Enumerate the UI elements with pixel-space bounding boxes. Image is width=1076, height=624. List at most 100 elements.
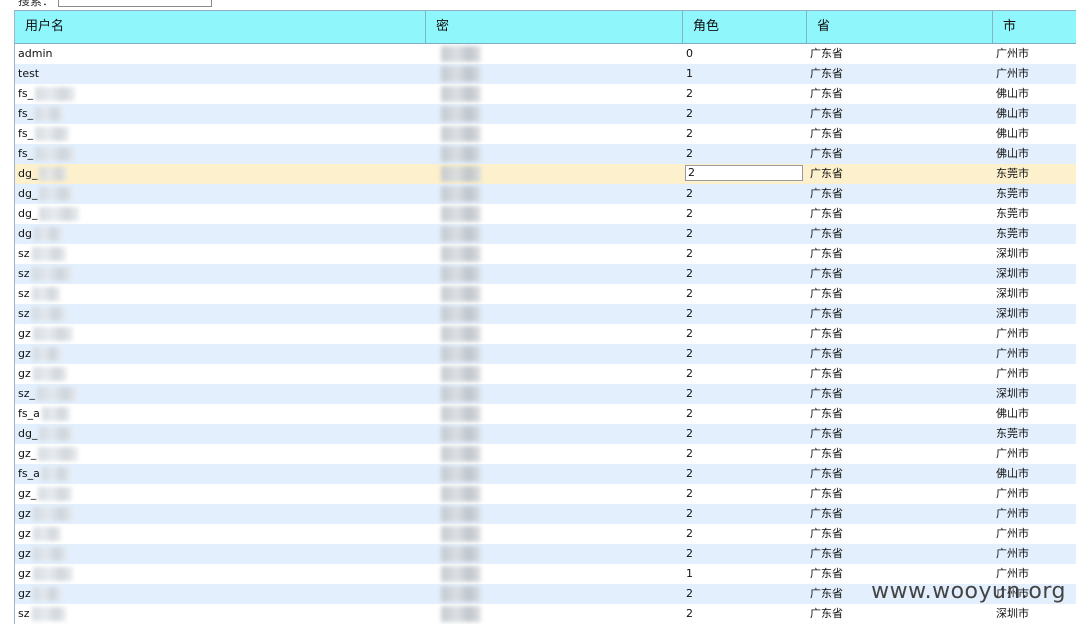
role-cell[interactable]: 1 bbox=[683, 64, 807, 84]
province-cell[interactable]: 广东省 bbox=[807, 364, 993, 384]
column-header-password[interactable]: 密 bbox=[426, 11, 683, 43]
table-row[interactable]: sz 2 广东省 深圳市 bbox=[15, 244, 1076, 264]
province-cell[interactable]: 广东省 bbox=[807, 384, 993, 404]
table-row[interactable]: gz_ 2 广东省 广州市 bbox=[15, 444, 1076, 464]
username-cell[interactable]: gz bbox=[15, 344, 426, 364]
city-cell[interactable]: 东莞市 bbox=[993, 424, 1076, 444]
role-cell[interactable]: 2 bbox=[683, 264, 807, 284]
password-cell[interactable] bbox=[426, 444, 683, 464]
province-cell[interactable]: 广东省 bbox=[807, 424, 993, 444]
province-cell[interactable]: 广东省 bbox=[807, 64, 993, 84]
city-cell[interactable]: 佛山市 bbox=[993, 144, 1076, 164]
username-cell[interactable]: fs_ bbox=[15, 104, 426, 124]
role-cell[interactable]: 2 bbox=[683, 484, 807, 504]
password-cell[interactable] bbox=[426, 304, 683, 324]
table-row[interactable]: gz 2 广东省 广州市 bbox=[15, 544, 1076, 564]
role-cell[interactable]: 2 bbox=[683, 304, 807, 324]
role-cell[interactable]: 2 bbox=[683, 244, 807, 264]
username-cell[interactable]: fs_ bbox=[15, 124, 426, 144]
city-cell[interactable]: 深圳市 bbox=[993, 604, 1076, 624]
province-cell[interactable]: 广东省 bbox=[807, 44, 993, 64]
city-cell[interactable]: 佛山市 bbox=[993, 104, 1076, 124]
table-row[interactable]: fs_a 2 广东省 佛山市 bbox=[15, 404, 1076, 424]
password-cell[interactable] bbox=[426, 544, 683, 564]
password-cell[interactable] bbox=[426, 164, 683, 184]
city-cell[interactable]: 深圳市 bbox=[993, 384, 1076, 404]
table-row[interactable]: dg_ 2 广东省 东莞市 bbox=[15, 184, 1076, 204]
province-cell[interactable]: 广东省 bbox=[807, 184, 993, 204]
column-header-role[interactable]: 角色 bbox=[683, 11, 807, 43]
role-cell[interactable]: 2 bbox=[683, 344, 807, 364]
username-cell[interactable]: gz bbox=[15, 524, 426, 544]
province-cell[interactable]: 广东省 bbox=[807, 264, 993, 284]
role-edit-input[interactable]: 2 bbox=[685, 165, 803, 181]
table-row[interactable]: sz_ 2 广东省 深圳市 bbox=[15, 384, 1076, 404]
province-cell[interactable]: 广东省 bbox=[807, 464, 993, 484]
username-cell[interactable]: test bbox=[15, 64, 426, 84]
province-cell[interactable]: 广东省 bbox=[807, 604, 993, 624]
role-cell[interactable]: 2 bbox=[683, 424, 807, 444]
table-row[interactable]: sz 2 广东省 深圳市 bbox=[15, 304, 1076, 324]
username-cell[interactable]: fs_a bbox=[15, 464, 426, 484]
username-cell[interactable]: gz_ bbox=[15, 444, 426, 464]
username-cell[interactable]: sz bbox=[15, 604, 426, 624]
password-cell[interactable] bbox=[426, 284, 683, 304]
city-cell[interactable]: 东莞市 bbox=[993, 204, 1076, 224]
city-cell[interactable]: 东莞市 bbox=[993, 164, 1076, 184]
city-cell[interactable]: 东莞市 bbox=[993, 224, 1076, 244]
city-cell[interactable]: 佛山市 bbox=[993, 404, 1076, 424]
province-cell[interactable]: 广东省 bbox=[807, 324, 993, 344]
province-cell[interactable]: 广东省 bbox=[807, 504, 993, 524]
province-cell[interactable]: 广东省 bbox=[807, 104, 993, 124]
username-cell[interactable]: sz_ bbox=[15, 384, 426, 404]
column-header-username[interactable]: 用户名 bbox=[15, 11, 426, 43]
password-cell[interactable] bbox=[426, 404, 683, 424]
role-cell[interactable]: 2 bbox=[683, 204, 807, 224]
username-cell[interactable]: gz_ bbox=[15, 484, 426, 504]
username-cell[interactable]: fs_a bbox=[15, 404, 426, 424]
role-cell[interactable]: 2 bbox=[683, 444, 807, 464]
username-cell[interactable]: gz bbox=[15, 324, 426, 344]
city-cell[interactable]: 广州市 bbox=[993, 484, 1076, 504]
table-row[interactable]: sz 2 广东省 深圳市 bbox=[15, 284, 1076, 304]
city-cell[interactable]: 广州市 bbox=[993, 524, 1076, 544]
role-cell[interactable]: 2 bbox=[683, 404, 807, 424]
city-cell[interactable]: 广州市 bbox=[993, 364, 1076, 384]
table-row[interactable]: dg_ 2 广东省 东莞市 bbox=[15, 164, 1076, 184]
password-cell[interactable] bbox=[426, 184, 683, 204]
table-row[interactable]: test 1 广东省 广州市 bbox=[15, 64, 1076, 84]
password-cell[interactable] bbox=[426, 384, 683, 404]
password-cell[interactable] bbox=[426, 124, 683, 144]
username-cell[interactable]: fs_ bbox=[15, 84, 426, 104]
table-row[interactable]: dg 2 广东省 东莞市 bbox=[15, 224, 1076, 244]
username-cell[interactable]: gz bbox=[15, 364, 426, 384]
province-cell[interactable]: 广东省 bbox=[807, 224, 993, 244]
role-cell[interactable]: 0 bbox=[683, 44, 807, 64]
province-cell[interactable]: 广东省 bbox=[807, 304, 993, 324]
table-row[interactable]: gz 2 广东省 广州市 bbox=[15, 364, 1076, 384]
password-cell[interactable] bbox=[426, 364, 683, 384]
city-cell[interactable]: 深圳市 bbox=[993, 304, 1076, 324]
table-row[interactable]: sz 2 广东省 深圳市 bbox=[15, 264, 1076, 284]
password-cell[interactable] bbox=[426, 344, 683, 364]
city-cell[interactable]: 广州市 bbox=[993, 324, 1076, 344]
city-cell[interactable]: 广州市 bbox=[993, 444, 1076, 464]
password-cell[interactable] bbox=[426, 144, 683, 164]
username-cell[interactable]: gz bbox=[15, 564, 426, 584]
username-cell[interactable]: dg_ bbox=[15, 204, 426, 224]
province-cell[interactable]: 广东省 bbox=[807, 124, 993, 144]
password-cell[interactable] bbox=[426, 604, 683, 624]
table-row[interactable]: fs_ 2 广东省 佛山市 bbox=[15, 84, 1076, 104]
username-cell[interactable]: gz bbox=[15, 504, 426, 524]
province-cell[interactable]: 广东省 bbox=[807, 284, 993, 304]
password-cell[interactable] bbox=[426, 264, 683, 284]
role-cell[interactable]: 2 bbox=[683, 184, 807, 204]
password-cell[interactable] bbox=[426, 104, 683, 124]
role-cell[interactable]: 2 bbox=[683, 384, 807, 404]
role-cell[interactable]: 2 bbox=[683, 324, 807, 344]
role-cell[interactable]: 2 bbox=[683, 124, 807, 144]
password-cell[interactable] bbox=[426, 244, 683, 264]
password-cell[interactable] bbox=[426, 64, 683, 84]
search-input[interactable] bbox=[58, 0, 213, 7]
username-cell[interactable]: dg_ bbox=[15, 164, 426, 184]
